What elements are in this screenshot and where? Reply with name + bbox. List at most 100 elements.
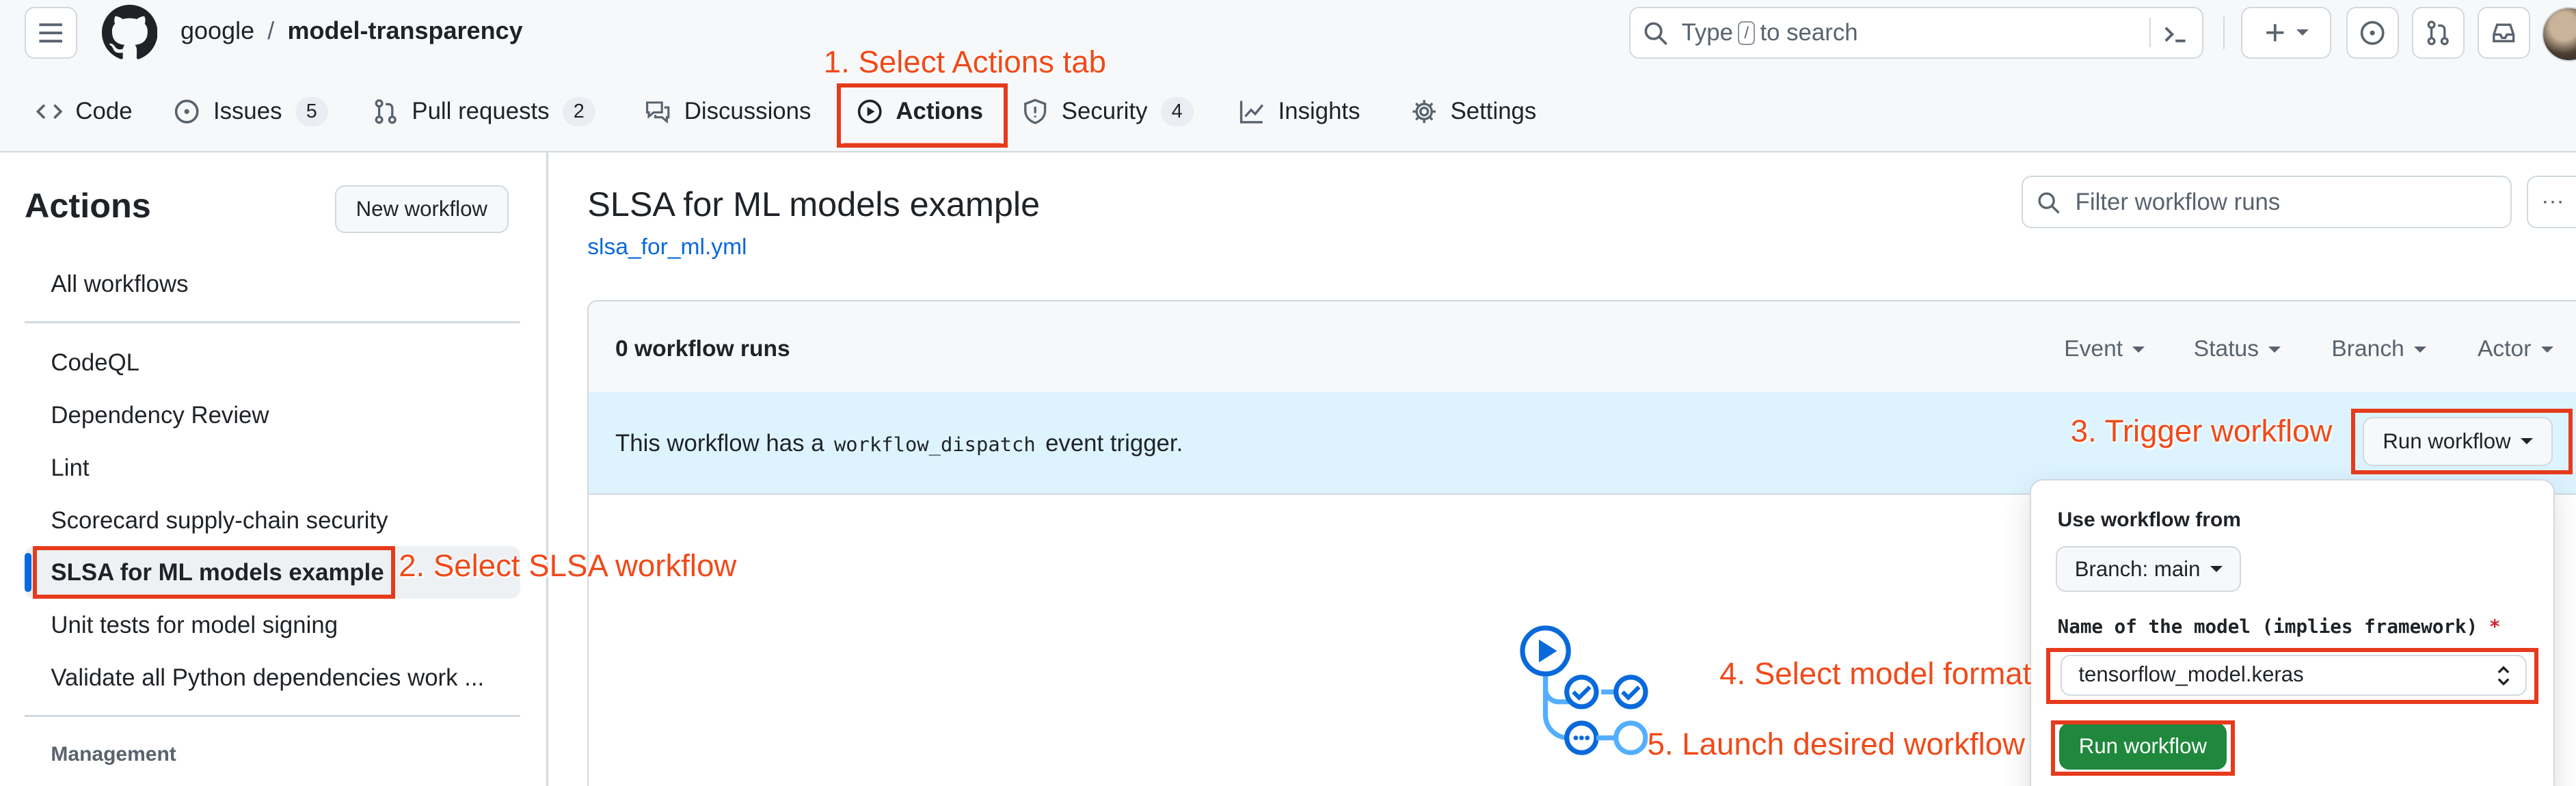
tab-actions[interactable]: Actions <box>857 89 983 135</box>
dispatch-message: This workflow has a workflow_dispatch ev… <box>615 430 1183 457</box>
workflow-illustration-icon <box>1520 625 1648 756</box>
dispatch-code: workflow_dispatch <box>833 432 1036 456</box>
menu-button[interactable] <box>25 6 77 59</box>
more-options-button[interactable]: ··· <box>2527 175 2576 228</box>
search-icon <box>2038 192 2061 215</box>
chevron-down-icon <box>2296 29 2309 36</box>
search-icon <box>1644 22 1668 45</box>
play-icon <box>857 99 882 124</box>
filter-label: Event <box>2064 336 2123 362</box>
model-select[interactable]: tensorflow_model.keras <box>2061 654 2527 696</box>
tab-pull-requests[interactable]: Pull requests 2 <box>373 89 595 135</box>
search-suffix: to search <box>1760 19 1858 46</box>
model-input-label: Name of the model (implies framework) * <box>2058 615 2501 638</box>
filter-event[interactable]: Event <box>2064 336 2145 362</box>
breadcrumb-repo[interactable]: model-transparency <box>288 16 523 45</box>
run-workflow-label: Run workflow <box>2383 429 2511 453</box>
chevron-down-icon <box>2414 346 2427 353</box>
issue-icon <box>2361 21 2385 45</box>
sidebar-item-codeql[interactable]: CodeQL <box>51 349 139 377</box>
github-logo[interactable] <box>101 5 158 61</box>
required-mark: * <box>2488 615 2501 638</box>
inbox-icon <box>2493 23 2515 42</box>
create-new-button[interactable] <box>2241 6 2332 59</box>
branch-select-button[interactable]: Branch: main <box>2056 546 2242 593</box>
annotation-step-2: 2. Select SLSA workflow <box>399 547 737 583</box>
tab-discussions[interactable]: Discussions <box>645 89 811 135</box>
model-select-value: tensorflow_model.keras <box>2078 662 2304 687</box>
chevron-down-icon <box>2132 346 2145 353</box>
command-palette-icon[interactable] <box>2162 21 2188 47</box>
sidebar-item-validate-deps[interactable]: Validate all Python dependencies work ..… <box>51 664 484 692</box>
pull-request-icon <box>375 99 397 124</box>
kebab-icon: ··· <box>2541 188 2564 214</box>
annotation-step-1: 1. Select Actions tab <box>823 44 1106 79</box>
tab-label: Security <box>1061 98 1148 125</box>
tab-label: Discussions <box>684 98 811 125</box>
search-divider <box>2149 17 2151 48</box>
breadcrumb: google / model-transparency <box>180 16 523 45</box>
tab-actions-underline <box>843 142 1001 146</box>
submit-run-workflow-button[interactable]: Run workflow <box>2059 723 2227 770</box>
sidebar-item-dependency-review[interactable]: Dependency Review <box>51 402 269 429</box>
filter-branch[interactable]: Branch <box>2331 336 2427 362</box>
chevron-down-icon <box>2210 566 2223 572</box>
run-workflow-button[interactable]: Run workflow <box>2363 416 2553 466</box>
pull-requests-shortcut-button[interactable] <box>2412 6 2465 59</box>
pull-request-icon <box>2427 20 2449 45</box>
filter-placeholder: Filter workflow runs <box>2075 188 2281 215</box>
workflow-file-link[interactable]: slsa_for_ml.yml <box>587 234 747 260</box>
breadcrumb-separator: / <box>267 16 275 44</box>
sidebar-item-scorecard[interactable]: Scorecard supply-chain security <box>51 507 388 534</box>
issues-shortcut-button[interactable] <box>2346 6 2399 59</box>
page-title: SLSA for ML models example <box>587 184 1041 223</box>
inbox-button[interactable] <box>2478 6 2530 59</box>
annotation-step-4: 4. Select model format <box>1719 656 2032 691</box>
search-box[interactable]: Type / to search <box>1629 6 2204 59</box>
hamburger-icon <box>39 23 63 42</box>
github-actions-page: google / model-transparency Type / to se… <box>0 0 2576 786</box>
tab-code[interactable]: Code <box>36 89 133 135</box>
annotation-step-3: 3. Trigger workflow <box>2070 413 2333 448</box>
breadcrumb-owner[interactable]: google <box>180 16 254 45</box>
filter-label: Actor <box>2478 336 2532 362</box>
sidebar-title: Actions <box>25 186 151 226</box>
chevron-down-icon <box>2268 346 2281 353</box>
plus-icon <box>2266 24 2284 42</box>
security-count-badge: 4 <box>1160 96 1194 126</box>
annotation-step-5: 5. Launch desired workflow <box>1647 727 2026 762</box>
tab-issues[interactable]: Issues 5 <box>174 89 328 135</box>
sidebar-item-lint[interactable]: Lint <box>51 455 89 482</box>
filter-actor[interactable]: Actor <box>2478 336 2553 362</box>
new-workflow-button[interactable]: New workflow <box>334 185 509 233</box>
sidebar-separator <box>25 321 520 323</box>
issues-count-badge: 5 <box>295 96 328 126</box>
shield-icon <box>1024 98 1047 124</box>
filter-status[interactable]: Status <box>2194 336 2281 362</box>
sidebar-item-slsa-for-ml[interactable]: SLSA for ML models example <box>51 559 384 586</box>
sidebar-separator <box>25 715 520 717</box>
tab-label: Insights <box>1278 98 1360 125</box>
sidebar-item-unit-tests[interactable]: Unit tests for model signing <box>51 612 338 639</box>
tab-insights[interactable]: Insights <box>1239 89 1360 135</box>
selected-item-indicator <box>25 552 31 593</box>
code-icon <box>36 104 63 120</box>
filter-label: Status <box>2193 336 2259 362</box>
tab-label: Code <box>75 98 133 125</box>
select-arrows-icon <box>2497 666 2510 686</box>
filter-label: Branch <box>2331 336 2404 362</box>
tab-settings[interactable]: Settings <box>1411 89 1536 135</box>
tab-security[interactable]: Security 4 <box>1022 89 1194 135</box>
dispatch-prefix: This workflow has a <box>615 429 824 457</box>
tab-label: Settings <box>1450 98 1537 125</box>
chevron-down-icon <box>2540 346 2553 353</box>
filter-workflow-runs-input[interactable]: Filter workflow runs <box>2021 175 2512 228</box>
tab-label: Issues <box>213 98 282 125</box>
runs-count: 0 workflow runs <box>615 336 790 362</box>
search-prefix: Type <box>1681 19 1734 46</box>
dispatch-suffix: event trigger. <box>1045 429 1183 457</box>
sidebar-item-all-workflows[interactable]: All workflows <box>51 271 188 298</box>
gear-icon <box>1412 100 1436 123</box>
use-workflow-from-label: Use workflow from <box>2057 509 2241 531</box>
search-shortcut-key: / <box>1738 21 1756 45</box>
